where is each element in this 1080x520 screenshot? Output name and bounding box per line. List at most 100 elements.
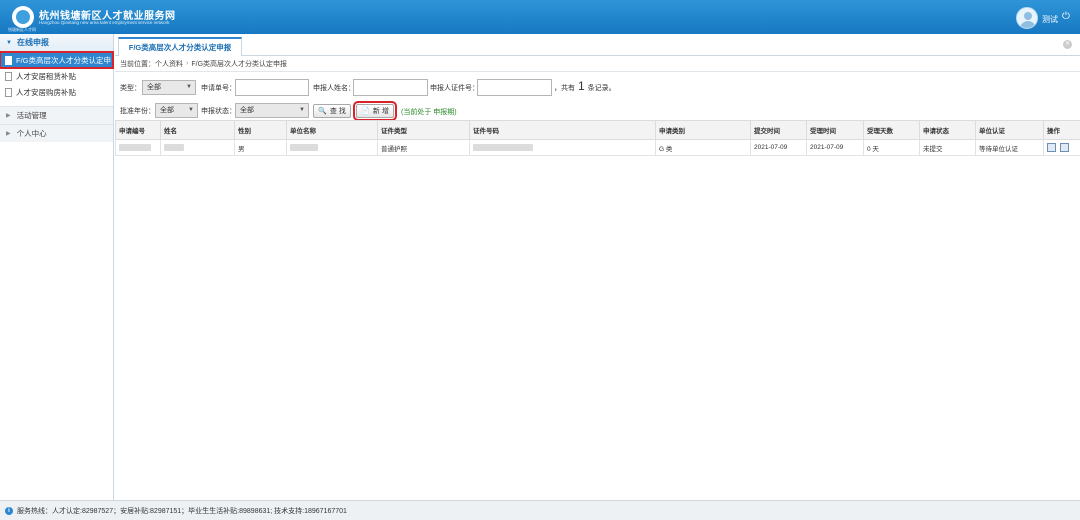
status-select-value: 全部 bbox=[240, 107, 254, 114]
document-icon bbox=[5, 87, 12, 97]
application-table: 申请编号 姓名 性别 单位名称 证件类型 证件号码 申请类别 提交时间 受理时间… bbox=[115, 120, 1080, 156]
table-row[interactable]: 男 普通护照 G 类 2021-07-09 2021-07-09 0 天 未提交… bbox=[115, 139, 1080, 156]
sidebar-item-label: 人才安居租赁补贴 bbox=[16, 71, 76, 81]
cell-gender: 男 bbox=[234, 139, 287, 156]
id-label: 申报人证件号： bbox=[430, 85, 479, 92]
user-avatar[interactable] bbox=[1016, 7, 1038, 29]
breadcrumb-parent[interactable]: 个人资料 bbox=[155, 59, 183, 69]
breadcrumb-separator: › bbox=[186, 60, 189, 67]
cell-id-type: 普通护照 bbox=[377, 139, 470, 156]
document-icon bbox=[5, 55, 12, 65]
redacted-block bbox=[290, 143, 318, 151]
type-select[interactable]: 全部 ▼ bbox=[142, 80, 196, 95]
cell-accept-time: 2021-07-09 bbox=[806, 139, 864, 156]
status-label: 申报状态： bbox=[201, 108, 236, 115]
sidebar: ▼ 在线申报 F/G类高层次人才分类认定申 人才安居租赁补贴 人才安居购房补贴 … bbox=[0, 34, 114, 500]
sidebar-section-online-apply[interactable]: ▼ 在线申报 bbox=[0, 34, 113, 52]
breadcrumb-current: F/G类高层次人才分类认定申报 bbox=[191, 60, 288, 68]
redacted-block bbox=[164, 143, 184, 151]
col-header: 性别 bbox=[234, 120, 287, 140]
type-select-value: 全部 bbox=[147, 84, 161, 91]
col-header: 操作 bbox=[1043, 120, 1080, 140]
add-button-label: 新 增 bbox=[372, 108, 389, 115]
applicant-label: 申报人姓名： bbox=[313, 85, 355, 92]
info-icon: i bbox=[5, 506, 13, 515]
sidebar-group-label: 活动管理 bbox=[16, 111, 47, 120]
site-logo[interactable] bbox=[12, 6, 34, 28]
caret-right-icon: ▶ bbox=[6, 113, 11, 119]
year-select[interactable]: 全部 ▼ bbox=[155, 103, 198, 118]
status-bar: i 服务热线：人才认定:82987527；安居补贴:82987151；毕业生生活… bbox=[0, 500, 1080, 520]
caret-down-icon: ▼ bbox=[6, 39, 12, 46]
col-header: 证件类型 bbox=[377, 120, 470, 140]
breadcrumb: 当前位置： 个人资料 › F/G类高层次人才分类认定申报 bbox=[115, 56, 1080, 72]
edit-icon[interactable] bbox=[1047, 143, 1056, 152]
close-icon[interactable]: ✕ bbox=[1063, 40, 1072, 49]
col-header: 受理时间 bbox=[806, 120, 864, 140]
add-button[interactable]: 📄 新 增 bbox=[353, 101, 397, 121]
site-subtitle: Hangzhou Qiantang new area talent employ… bbox=[39, 20, 170, 25]
search-button[interactable]: 🔍 查 找 bbox=[313, 104, 351, 118]
cell-submit-time: 2021-07-09 bbox=[750, 139, 807, 156]
add-document-icon: 📄 bbox=[361, 108, 370, 115]
cell-actions bbox=[1043, 139, 1080, 156]
cell-app-no bbox=[115, 139, 161, 156]
applicant-input[interactable] bbox=[353, 79, 428, 96]
sidebar-item-purchase-subsidy[interactable]: 人才安居购房补贴 bbox=[0, 84, 113, 100]
type-label: 类型： bbox=[120, 85, 141, 92]
sidebar-group-label: 个人中心 bbox=[16, 129, 47, 138]
search-icon: 🔍 bbox=[318, 108, 327, 115]
tab-fg-talent[interactable]: F/G类高层次人才分类认定申报 bbox=[118, 37, 242, 56]
status-select[interactable]: 全部 ▼ bbox=[235, 103, 309, 118]
cell-id-number bbox=[469, 139, 656, 156]
search-button-label: 查 找 bbox=[329, 108, 346, 115]
sidebar-group-activity[interactable]: ▶ 活动管理 bbox=[0, 106, 113, 124]
id-number-input[interactable] bbox=[477, 79, 552, 96]
caret-right-icon: ▶ bbox=[6, 131, 11, 137]
view-icon[interactable] bbox=[1060, 143, 1069, 152]
cell-company bbox=[286, 139, 378, 156]
count-suffix: 条记录。 bbox=[587, 85, 616, 92]
user-name[interactable]: 测试 bbox=[1042, 14, 1058, 25]
sidebar-item-label: 人才安居购房补贴 bbox=[16, 87, 76, 97]
caret-down-icon: ▼ bbox=[299, 107, 305, 113]
main-panel: F/G类高层次人才分类认定申报 ✕ 当前位置： 个人资料 › F/G类高层次人才… bbox=[115, 34, 1080, 500]
cell-days: 0 天 bbox=[863, 139, 920, 156]
cell-category: G 类 bbox=[655, 139, 751, 156]
redacted-block bbox=[473, 143, 533, 151]
col-header: 申请类别 bbox=[655, 120, 751, 140]
tab-bar: F/G类高层次人才分类认定申报 ✕ bbox=[115, 34, 1080, 56]
power-icon[interactable]: ⏻ bbox=[1062, 11, 1070, 22]
cell-company-cert-link[interactable]: 等待单位认证 bbox=[975, 139, 1044, 156]
count-prefix: ，共有 bbox=[554, 85, 575, 92]
sidebar-item-label: F/G类高层次人才分类认定申 bbox=[16, 55, 111, 65]
app-no-label: 申请单号： bbox=[201, 85, 236, 92]
app-no-input[interactable] bbox=[235, 79, 309, 96]
cell-status: 未提交 bbox=[919, 139, 976, 156]
col-header: 申请状态 bbox=[919, 120, 976, 140]
top-header: 钱塘新区人才网 杭州钱塘新区人才就业服务网 Hangzhou Qiantang … bbox=[0, 0, 1080, 34]
document-icon bbox=[5, 71, 12, 81]
sidebar-item-fg-talent[interactable]: F/G类高层次人才分类认定申 bbox=[0, 51, 114, 69]
col-header: 单位名称 bbox=[286, 120, 378, 140]
sidebar-item-rental-subsidy[interactable]: 人才安居租赁补贴 bbox=[0, 68, 113, 84]
table-header-row: 申请编号 姓名 性别 单位名称 证件类型 证件号码 申请类别 提交时间 受理时间… bbox=[115, 120, 1080, 140]
col-header: 姓名 bbox=[160, 120, 235, 140]
redacted-block bbox=[119, 143, 151, 151]
caret-down-icon: ▼ bbox=[188, 107, 194, 113]
col-header: 单位认证 bbox=[975, 120, 1044, 140]
col-header: 受理天数 bbox=[863, 120, 920, 140]
hotline-text: 服务热线：人才认定:82987527；安居补贴:82987151；毕业生生活补贴… bbox=[17, 507, 347, 515]
record-count: ，共有 1 条记录。 bbox=[554, 79, 616, 93]
logo-caption: 钱塘新区人才网 bbox=[8, 27, 36, 32]
col-header: 申请编号 bbox=[115, 120, 161, 140]
col-header: 证件号码 bbox=[469, 120, 656, 140]
breadcrumb-prefix: 当前位置： bbox=[120, 60, 155, 68]
count-number: 1 bbox=[578, 79, 585, 93]
sidebar-group-personal[interactable]: ▶ 个人中心 bbox=[0, 124, 113, 142]
period-tip: (当前处于 申报期) bbox=[401, 109, 457, 116]
col-header: 提交时间 bbox=[750, 120, 807, 140]
year-label: 批准年份： bbox=[120, 108, 155, 115]
sidebar-section-label: 在线申报 bbox=[16, 38, 49, 47]
year-select-value: 全部 bbox=[160, 107, 174, 114]
